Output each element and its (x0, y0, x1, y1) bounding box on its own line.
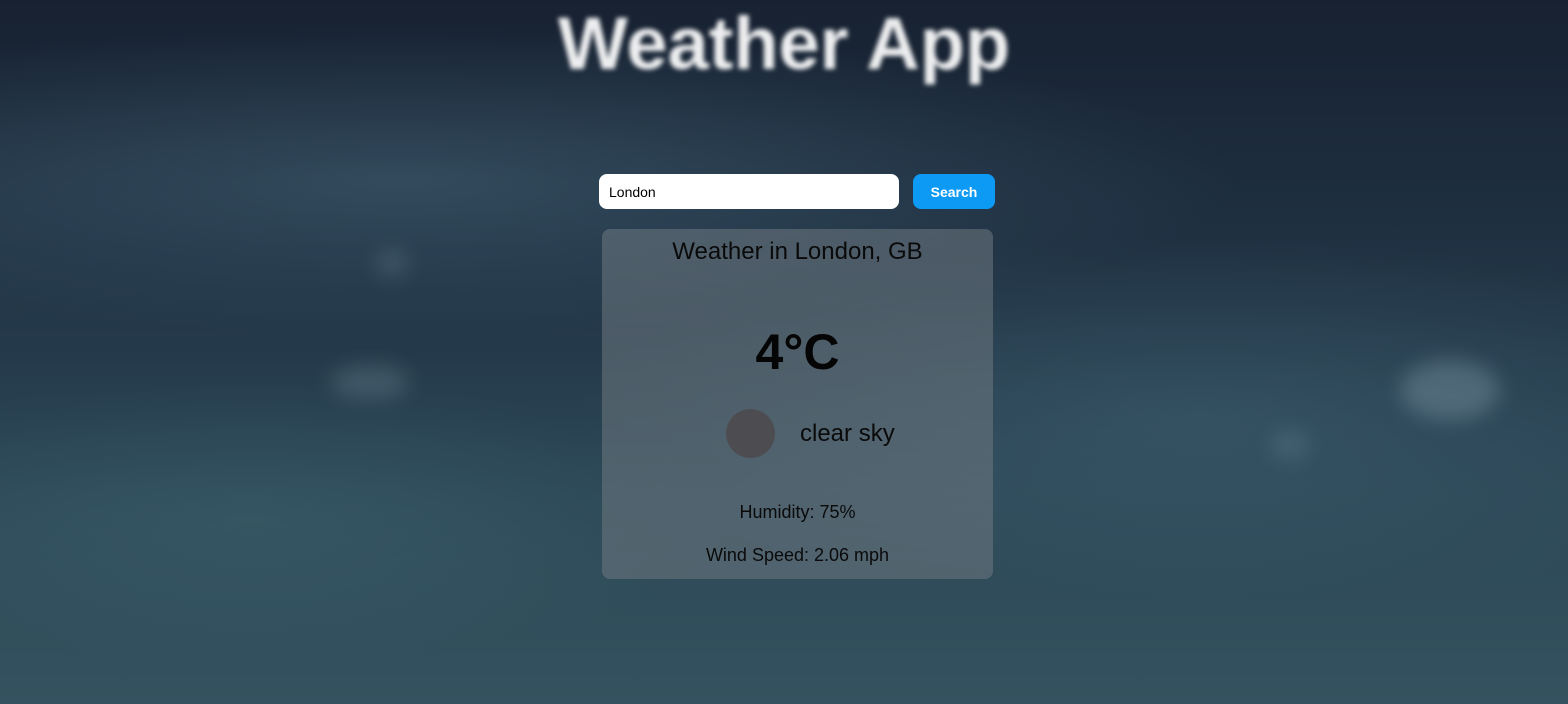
background-light-glow (375, 250, 409, 276)
search-button[interactable]: Search (913, 174, 995, 209)
humidity-value: Humidity: 75% (739, 502, 856, 522)
wind-speed-value: Wind Speed: 2.06 mph (705, 545, 890, 565)
weather-location-title: Weather in London, GB (672, 238, 923, 265)
background-light-glow (1270, 430, 1310, 460)
search-input[interactable] (599, 174, 899, 209)
weather-card: Weather in London, GB 4°C clear sky Humi… (602, 229, 993, 579)
temperature-value: 4°C (755, 324, 840, 380)
background-light-glow (1400, 360, 1500, 420)
weather-description: clear sky (800, 420, 895, 447)
app-title: Weather App (557, 2, 1011, 85)
weather-icon (726, 409, 775, 458)
background-light-glow (330, 365, 410, 399)
search-bar: Search (599, 174, 995, 209)
